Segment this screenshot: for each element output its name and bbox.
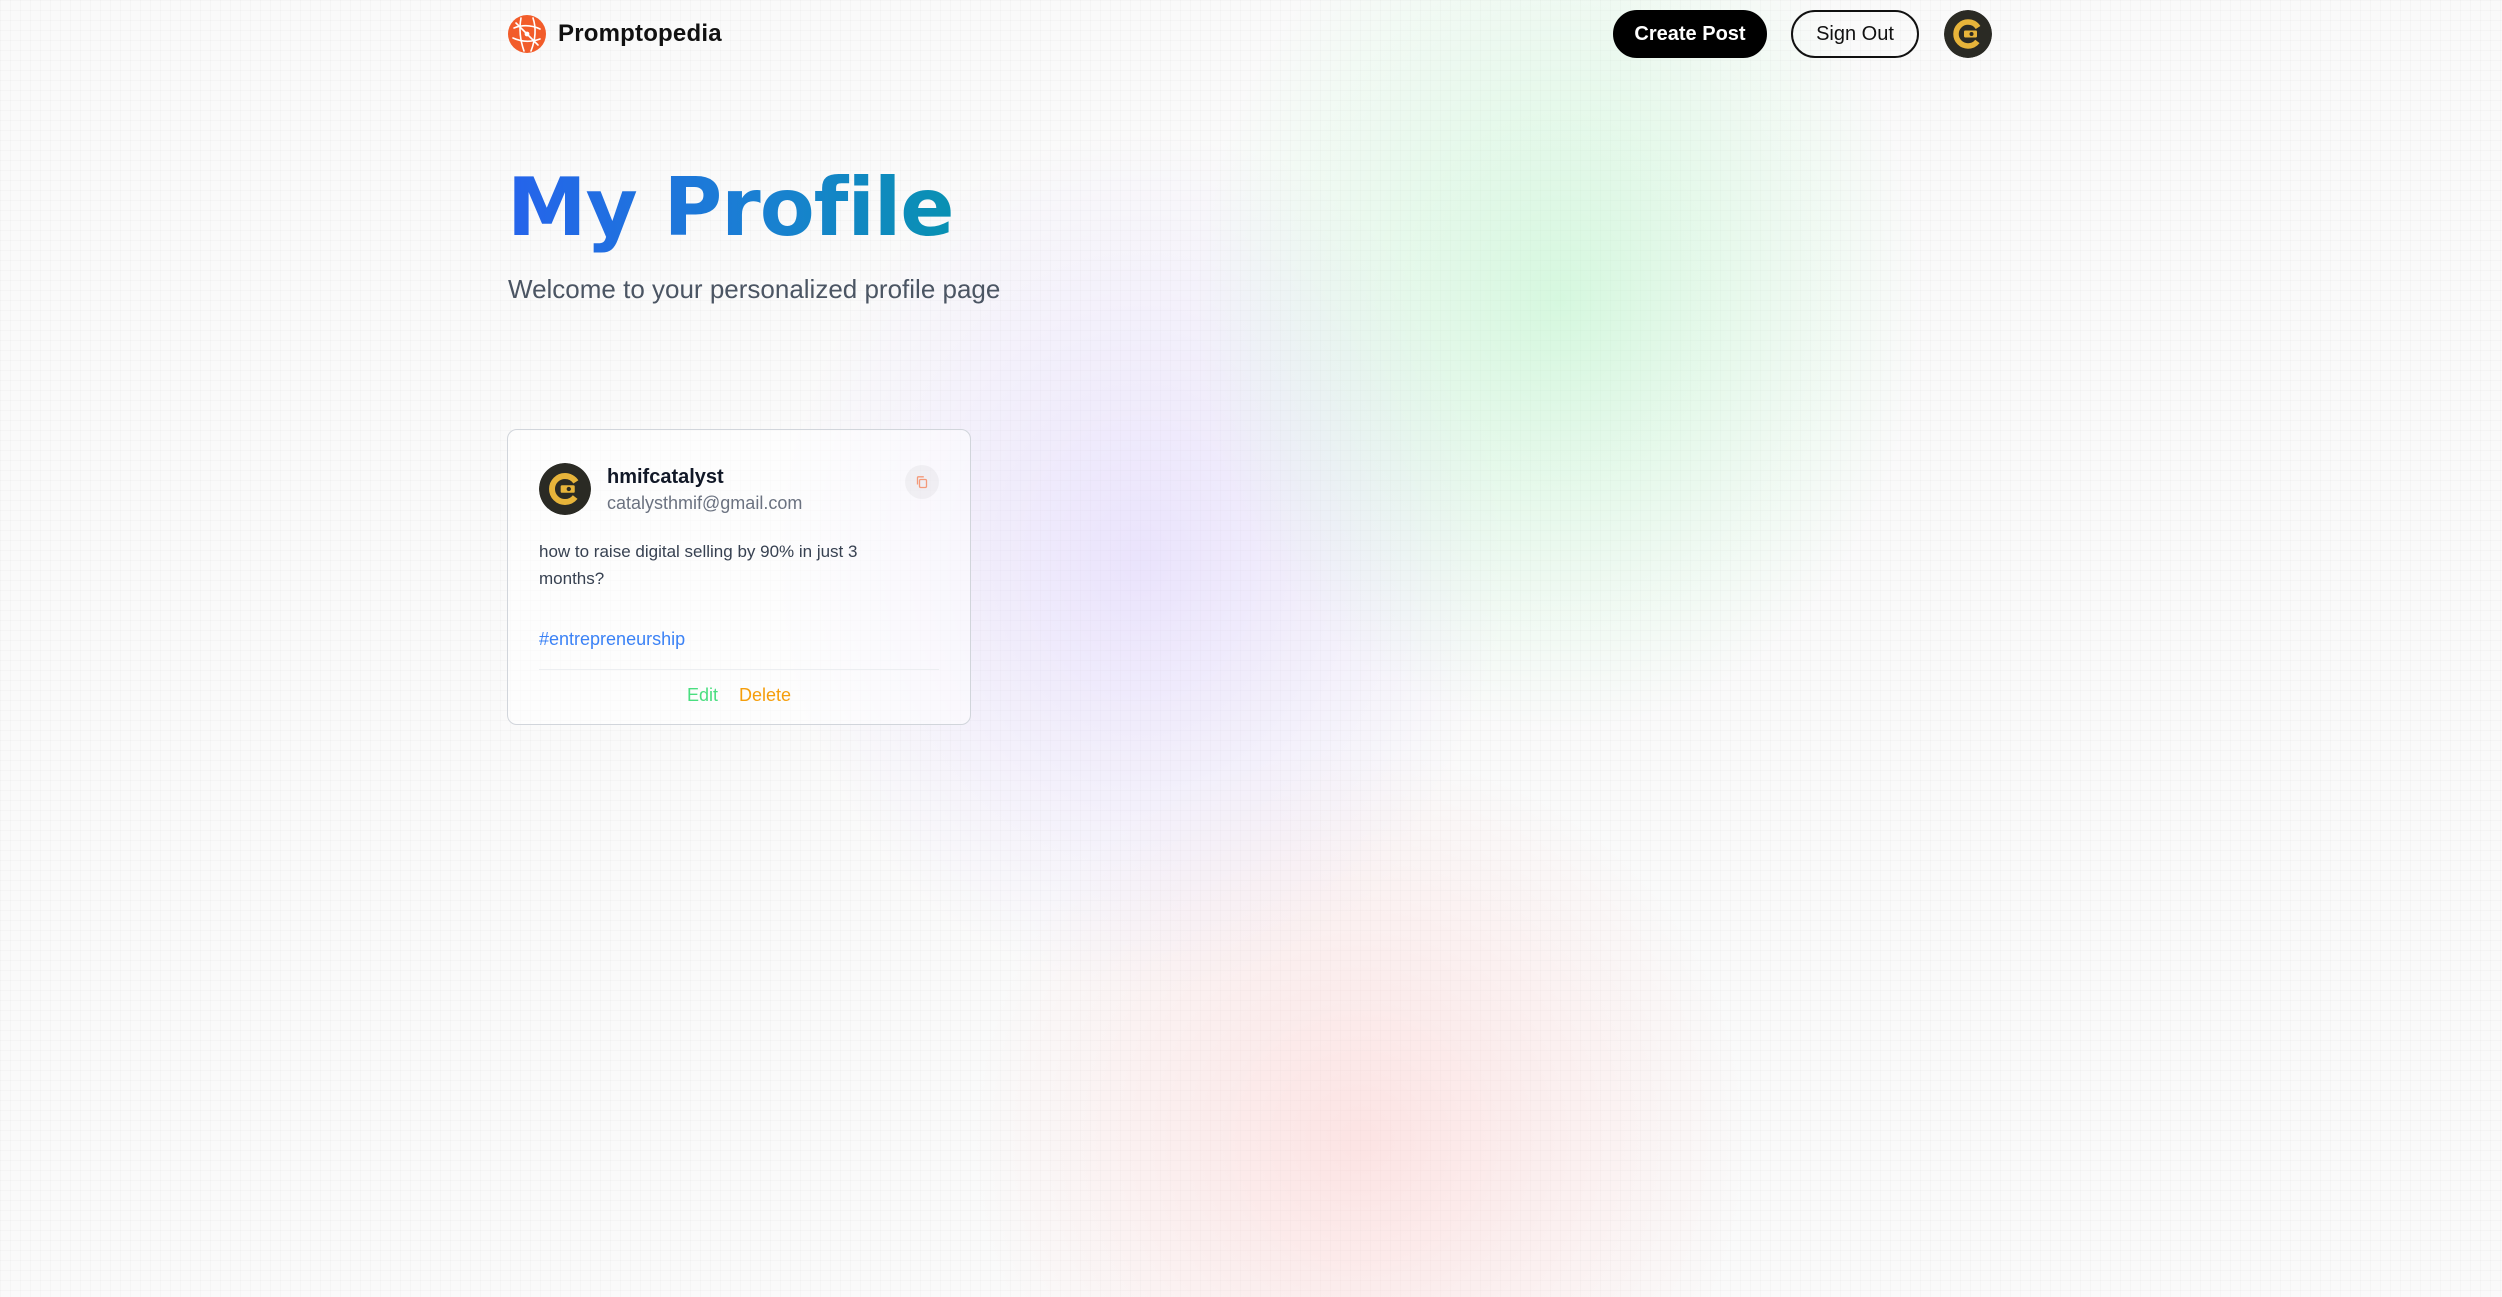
brand-name: Promptopedia [558,20,722,47]
author-info: hmifcatalyst catalysthmif@gmail.com [607,463,802,516]
author-avatar-icon[interactable] [539,463,591,515]
nav-actions: Create Post Sign Out [1613,10,1992,58]
prompt-tag[interactable]: #entrepreneurship [539,627,685,651]
prompt-text: how to raise digital selling by 90% in j… [539,542,858,588]
copy-button[interactable] [905,465,939,499]
brand-home-link[interactable]: Promptopedia [507,14,722,54]
author-email: catalysthmif@gmail.com [607,493,803,513]
copy-icon [916,476,928,489]
author-username: hmifcatalyst [607,466,724,488]
card-actions: Edit Delete [539,685,939,706]
user-avatar-icon[interactable] [1944,10,1992,58]
top-navbar: Promptopedia Create Post Sign Out [507,10,1992,58]
globe-network-logo-icon [508,15,546,53]
card-header: hmifcatalyst catalysthmif@gmail.com [539,463,939,516]
create-post-button[interactable]: Create Post [1613,10,1767,58]
card-divider [539,669,939,670]
delete-button[interactable]: Delete [739,685,791,706]
edit-button[interactable]: Edit [687,685,718,706]
page-subtitle: Welcome to your personalized profile pag… [508,274,1001,304]
page-title: My Profile [507,158,955,258]
prompt-card: hmifcatalyst catalysthmif@gmail.com how … [507,429,971,725]
sign-out-button[interactable]: Sign Out [1791,10,1919,58]
